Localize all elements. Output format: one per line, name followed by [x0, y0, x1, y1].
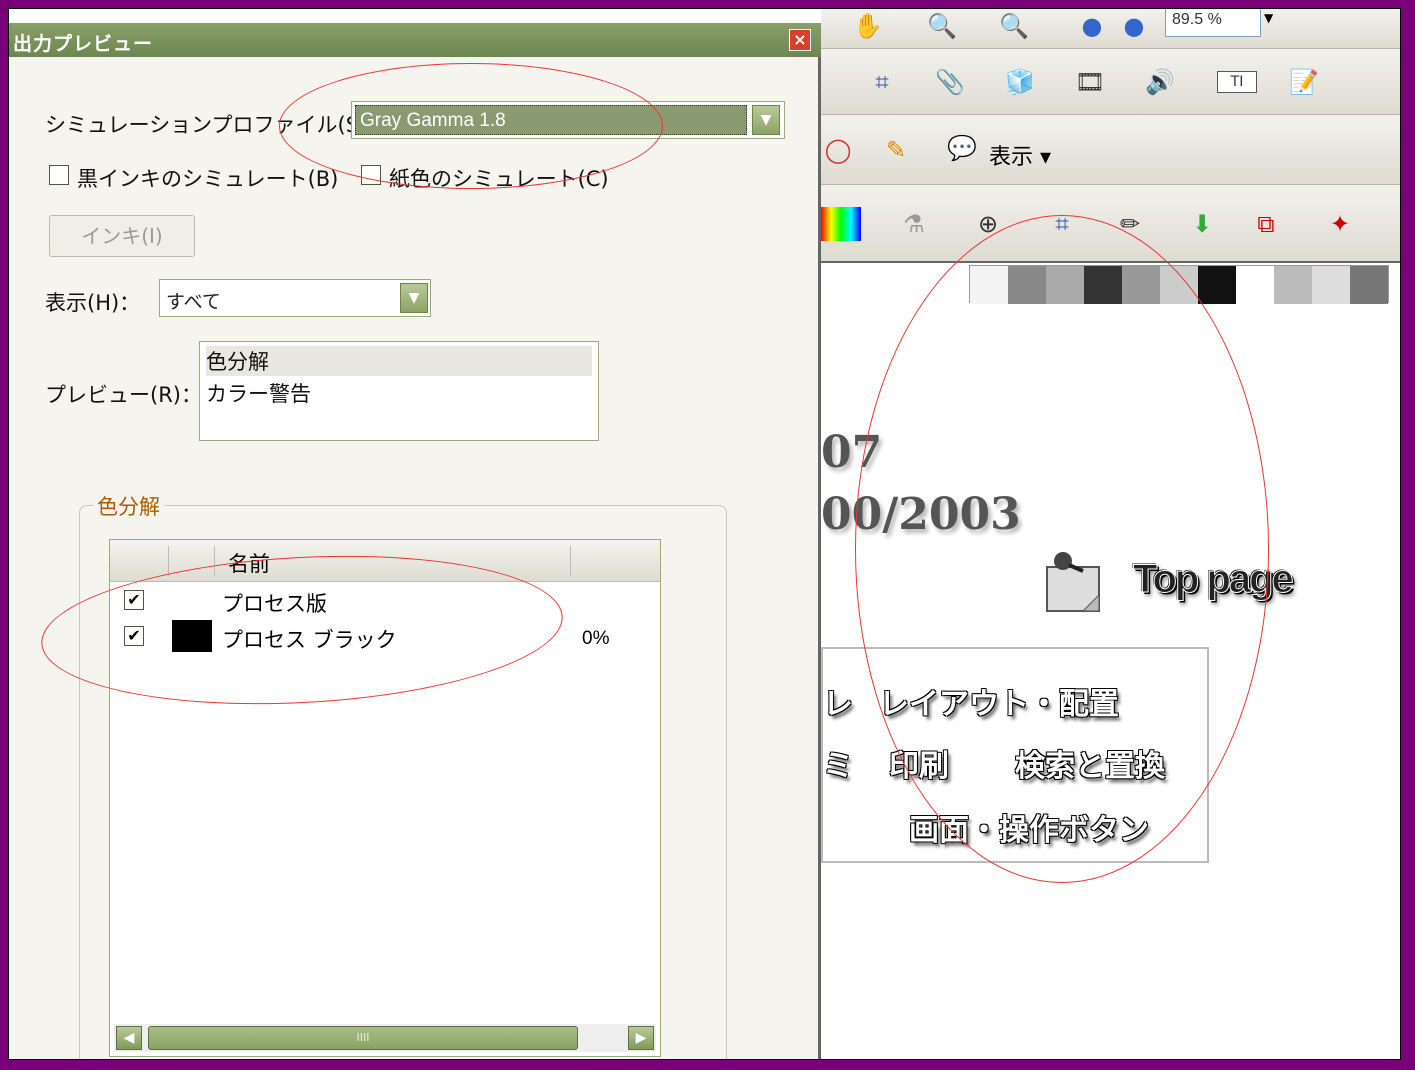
toolbar-row-3: ◯ ✎ 💬 [821, 115, 1400, 185]
table-header: 名前 [110, 540, 660, 582]
film-icon[interactable]: 🎞 [1073, 65, 1107, 99]
scroll-right-icon[interactable]: ▶ [628, 1026, 654, 1050]
swatch [1198, 266, 1236, 304]
top-page-link[interactable]: Top page [1133, 557, 1295, 602]
swatch [1008, 266, 1046, 304]
table-row[interactable]: ✔ プロセス版 [110, 584, 660, 618]
simulate-paper-color-checkbox[interactable] [361, 165, 381, 185]
dialog-title: 出力プレビュー [9, 23, 821, 57]
color-swatch [172, 620, 212, 652]
color-bar [969, 265, 1389, 304]
download-icon[interactable]: ⬇ [1185, 207, 1219, 241]
show-menu[interactable]: 表示 ▾ [989, 139, 1051, 171]
row-percent: 0% [582, 628, 610, 649]
ink-bottle-icon[interactable]: ⚗ [897, 207, 931, 241]
pdf-convert-icon[interactable]: ⧉ [1249, 207, 1283, 241]
horizontal-scrollbar[interactable]: ◀ IIII ▶ [114, 1024, 656, 1052]
scroll-left-icon[interactable]: ◀ [116, 1026, 142, 1050]
separations-group-label: 色分解 [93, 491, 164, 521]
swatch [1236, 266, 1274, 304]
chevron-down-icon[interactable]: ▼ [400, 283, 428, 313]
simulate-black-ink-checkbox[interactable] [49, 165, 69, 185]
close-button[interactable]: × [789, 29, 811, 51]
zoom-minus-icon[interactable]: ● [1075, 9, 1109, 43]
color-gradient-icon[interactable] [821, 207, 861, 241]
edit-object-icon[interactable]: ✏ [1113, 207, 1147, 241]
output-preview-dialog: 出力プレビュー × シミュレーションプロファイル(S)： Gray Gamma … [9, 23, 821, 1059]
comment-icon[interactable]: 💬 [945, 131, 979, 165]
pushpin-note-icon[interactable] [1043, 549, 1109, 615]
show-label: 表示(H)： [45, 291, 141, 315]
swatch [1350, 266, 1388, 304]
scroll-thumb[interactable]: IIII [148, 1026, 578, 1050]
chevron-down-icon[interactable]: ▼ [752, 105, 780, 135]
table-row[interactable]: ✔ プロセス ブラック 0% [110, 620, 660, 654]
row-checkbox[interactable]: ✔ [124, 626, 144, 646]
column-divider[interactable] [168, 546, 169, 576]
separations-table: 名前 ✔ プロセス版 ✔ プロセス ブラック 0% ◀ IIII ▶ [109, 539, 661, 1057]
attach-icon[interactable]: 📎 [933, 65, 967, 99]
toolbar-row-2: ⌗ 📎 🧊 🎞 🔊 TI 📝 [821, 49, 1400, 115]
menu-screen-buttons[interactable]: 画面・操作ボタン [909, 805, 1149, 849]
screenshot-frame: ✋ 🔍 🔍 ● ● 89.5 % ▼ ⌗ 📎 🧊 🎞 🔊 TI 📝 ◯ ✎ 💬 … [8, 8, 1401, 1060]
acrobat-icon[interactable]: ✦ [1323, 207, 1357, 241]
simulation-profile-label: シミュレーションプロファイル(S)： [45, 113, 389, 137]
preview-label: プレビュー(R)： [45, 383, 202, 407]
text-field-icon[interactable]: TI [1217, 71, 1257, 93]
edit-form-icon[interactable]: 📝 [1287, 65, 1321, 99]
preview-list: 色分解 カラー警告 [199, 341, 599, 441]
simulation-profile-value: Gray Gamma 1.8 [355, 105, 747, 135]
show-select[interactable]: すべて ▼ [159, 279, 431, 317]
menu-partial-left-2[interactable]: ミ [823, 741, 853, 785]
toolbar-row-4: ⚗ ⊕ ⌗ ✏ ⬇ ⧉ ✦ [821, 185, 1400, 263]
document-heading-year: 07 [821, 427, 883, 478]
row-checkbox[interactable]: ✔ [124, 590, 144, 610]
document-menu: レ レイアウト・配置 ミ 印刷 検索と置換 画面・操作ボタン [821, 647, 1209, 863]
swatch [1274, 266, 1312, 304]
pencil-icon[interactable]: ✎ [879, 133, 913, 167]
zoom-input[interactable]: 89.5 % [1165, 9, 1261, 37]
3d-icon[interactable]: 🧊 [1003, 65, 1037, 99]
column-header-name[interactable]: 名前 [228, 548, 270, 578]
document-heading-version: 00/2003 [821, 489, 1021, 540]
crop-icon[interactable]: ⌗ [865, 65, 899, 99]
simulate-black-ink-label: 黒インキのシミュレート(B) [77, 167, 339, 191]
simulate-paper-color-label: 紙色のシミュレート(C) [389, 167, 609, 191]
menu-partial-left[interactable]: レ [823, 679, 853, 723]
ink-manager-button[interactable]: インキ(I) [49, 215, 195, 257]
swatch [1046, 266, 1084, 304]
toolbar-row-1: ✋ 🔍 🔍 ● ● [821, 9, 1400, 49]
swatch [1084, 266, 1122, 304]
crop-pages-icon[interactable]: ⌗ [1045, 207, 1079, 241]
swatch [1160, 266, 1198, 304]
registration-icon[interactable]: ⊕ [971, 207, 1005, 241]
menu-layout[interactable]: レイアウト・配置 [879, 679, 1119, 723]
hand-tool-icon[interactable]: ✋ [851, 9, 885, 43]
oval-tool-icon[interactable]: ◯ [821, 133, 855, 167]
menu-print[interactable]: 印刷 [889, 741, 949, 785]
swatch [1312, 266, 1350, 304]
preview-item-color-warning[interactable]: カラー警告 [206, 378, 311, 408]
zoom-in-icon[interactable]: 🔍 [925, 9, 959, 43]
zoom-out-icon[interactable]: 🔍 [997, 9, 1031, 43]
show-menu-label: 表示 [989, 145, 1034, 170]
show-value: すべて [166, 291, 221, 313]
zoom-dropdown-icon[interactable]: ▼ [1264, 11, 1273, 25]
menu-search-replace[interactable]: 検索と置換 [1015, 741, 1165, 785]
sound-icon[interactable]: 🔊 [1143, 65, 1177, 99]
zoom-plus-icon[interactable]: ● [1117, 9, 1151, 43]
swatch [970, 266, 1008, 304]
column-divider[interactable] [570, 546, 571, 576]
preview-item-separations[interactable]: 色分解 [206, 346, 592, 376]
simulation-profile-select[interactable]: Gray Gamma 1.8 ▼ [351, 101, 785, 139]
swatch [1122, 266, 1160, 304]
column-divider[interactable] [214, 546, 215, 576]
row-name: プロセス ブラック [222, 628, 397, 652]
row-name: プロセス版 [222, 592, 327, 616]
